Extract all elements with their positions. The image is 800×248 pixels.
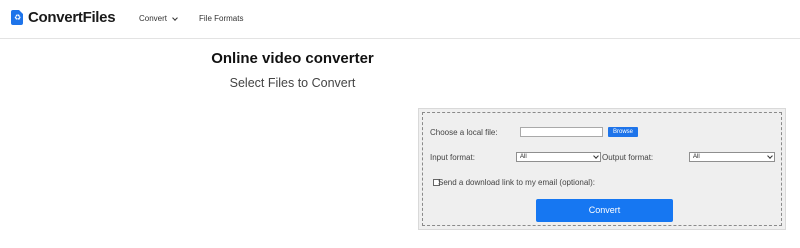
chevron-down-icon bbox=[172, 14, 178, 21]
chevron-down-icon bbox=[593, 153, 599, 159]
drop-zone[interactable]: Choose a local file: Browse Input format… bbox=[422, 112, 782, 226]
output-format-label: Output format: bbox=[602, 153, 654, 162]
output-format-value: All bbox=[693, 154, 700, 160]
choose-file-label: Choose a local file: bbox=[430, 128, 498, 137]
input-format-select[interactable]: All bbox=[516, 152, 601, 162]
chevron-down-icon bbox=[767, 153, 773, 159]
page-subtitle: Select Files to Convert bbox=[229, 76, 356, 90]
top-header: ♻ ConvertFiles Convert File Formats bbox=[0, 0, 800, 39]
nav-convert[interactable]: Convert bbox=[139, 14, 178, 23]
page-title: Online video converter bbox=[211, 50, 374, 67]
browse-button[interactable]: Browse bbox=[608, 127, 638, 137]
file-path-input[interactable] bbox=[520, 127, 603, 137]
brand-logo[interactable]: ♻ ConvertFiles bbox=[11, 9, 116, 26]
input-format-label: Input format: bbox=[430, 153, 475, 162]
nav-file-formats[interactable]: File Formats bbox=[199, 14, 243, 23]
email-option-label: Send a download link to my email (option… bbox=[438, 178, 595, 187]
brand-name: ConvertFiles bbox=[28, 9, 116, 26]
convert-button[interactable]: Convert bbox=[536, 199, 673, 222]
converter-panel: Choose a local file: Browse Input format… bbox=[418, 108, 786, 230]
nav-convert-label: Convert bbox=[139, 14, 168, 23]
output-format-select[interactable]: All bbox=[689, 152, 775, 162]
input-format-value: All bbox=[520, 154, 527, 160]
nav-file-formats-label: File Formats bbox=[199, 14, 244, 23]
file-logo-icon: ♻ bbox=[11, 10, 23, 25]
